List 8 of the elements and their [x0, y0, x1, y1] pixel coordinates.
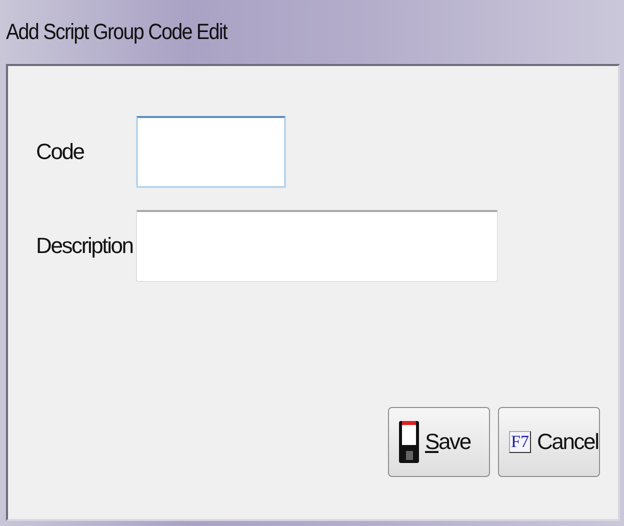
field-label: Code — [35, 139, 85, 165]
text-field[interactable] — [136, 116, 286, 188]
window-title: Add Script Group Code Edit — [6, 19, 227, 45]
f7-key-icon: F7 — [509, 431, 531, 453]
cancel-button[interactable]: F7 Cancel — [498, 407, 600, 477]
field-label: Description — [35, 233, 134, 259]
text-field[interactable] — [136, 210, 498, 282]
save-button[interactable]: Save — [388, 407, 490, 477]
